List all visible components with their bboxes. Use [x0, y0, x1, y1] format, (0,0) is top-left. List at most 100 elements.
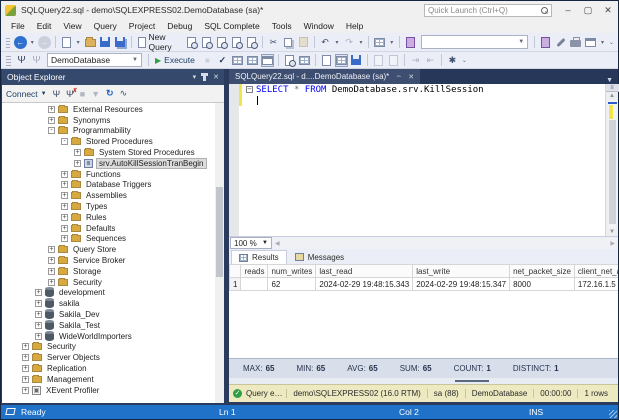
tree-item-security[interactable]: +Security [2, 342, 224, 353]
tree-expander-icon[interactable]: + [61, 203, 68, 210]
grid-cell[interactable]: 8000 [510, 278, 575, 291]
tab-results[interactable]: Results [231, 250, 287, 264]
toolbar-overflow[interactable]: ⌄ [608, 36, 615, 49]
menu-item-debug[interactable]: Debug [161, 21, 198, 31]
nav-backward-dropdown[interactable]: ▾ [29, 36, 36, 49]
tree-item-security[interactable]: +Security [2, 277, 224, 288]
tree-expander-icon[interactable]: + [74, 160, 81, 167]
menu-item-tools[interactable]: Tools [266, 21, 298, 31]
grid-cell[interactable]: 172.16.1.5 [574, 278, 618, 291]
menu-item-edit[interactable]: Edit [31, 21, 58, 31]
collapse-region-icon[interactable]: − [246, 86, 253, 93]
grid-cell[interactable]: 1 [230, 278, 241, 291]
undo-icon[interactable]: ↶ [318, 36, 331, 49]
mdx-query-icon[interactable] [200, 36, 213, 49]
tree-item-wideworldimporters[interactable]: +WideWorldImporters [2, 331, 224, 342]
menu-item-file[interactable]: File [5, 21, 31, 31]
toolbox-icon[interactable] [569, 36, 582, 49]
sql-complete-wrench-icon[interactable] [554, 36, 567, 49]
tree-expander-icon[interactable]: + [48, 257, 55, 264]
tree-expander-icon[interactable]: + [48, 106, 55, 113]
close-button[interactable]: ✕ [602, 3, 614, 17]
open-file-icon[interactable] [84, 36, 97, 49]
close-tab-icon[interactable]: ✕ [408, 73, 414, 81]
column-header-num-writes[interactable]: num_writes [268, 265, 316, 278]
intellisense-icon[interactable] [283, 54, 296, 67]
connect-button[interactable]: Connect ▼ [6, 89, 47, 99]
save-all-icon[interactable] [114, 36, 127, 49]
find-combo[interactable]: ▼ [421, 35, 528, 49]
tree-expander-icon[interactable]: - [61, 138, 68, 145]
tree-item-external-resources[interactable]: +External Resources [2, 104, 224, 115]
tree-item-sequences[interactable]: +Sequences [2, 234, 224, 245]
tree-expander-icon[interactable]: + [61, 235, 68, 242]
sql-editor[interactable]: −SELECT * FROM DemoDatabase.srv.KillSess… [229, 84, 618, 236]
close-panel-icon[interactable]: ✕ [213, 73, 219, 81]
tree-item-replication[interactable]: +Replication [2, 363, 224, 374]
tree-expander-icon[interactable]: + [61, 192, 68, 199]
tree-item-srv-autokillsessiontranbegin[interactable]: +≣srv.AutoKillSessionTranBegin [2, 158, 224, 169]
results-to-text-icon[interactable] [320, 54, 333, 67]
column-header-net-packet-size[interactable]: net_packet_size [510, 265, 575, 278]
tree-expander-icon[interactable]: + [61, 171, 68, 178]
grid-cell[interactable] [241, 278, 268, 291]
tree-item-sakila-test[interactable]: +Sakila_Test [2, 320, 224, 331]
grid-cell[interactable]: 2024-02-29 19:48:15.347 [413, 278, 510, 291]
scroll-up-icon[interactable]: ▲ [609, 92, 615, 100]
tree-item-query-store[interactable]: +Query Store [2, 244, 224, 255]
tree-expander-icon[interactable]: + [22, 365, 29, 372]
live-stats-icon[interactable] [246, 54, 259, 67]
tree-expander-icon[interactable]: + [61, 225, 68, 232]
query-document-tab[interactable]: SQLQuery22.sql - d....DemoDatabase (sa)*… [229, 69, 420, 84]
tree-item-stored-procedures[interactable]: -Stored Procedures [2, 136, 224, 147]
menu-item-view[interactable]: View [57, 21, 87, 31]
activity-monitor-icon[interactable]: ∿ [120, 88, 128, 99]
xe-session-icon[interactable] [245, 36, 258, 49]
tab-messages[interactable]: Messages [288, 250, 351, 264]
undo-dropdown[interactable]: ▾ [333, 36, 340, 49]
editor-scroll-thumb[interactable] [609, 120, 616, 224]
zoom-level-select[interactable]: 100 % ▼ [230, 237, 272, 249]
column-header-reads[interactable]: reads [241, 265, 268, 278]
quick-launch-input[interactable]: Quick Launch (Ctrl+Q) [424, 4, 552, 17]
tree-expander-icon[interactable]: + [22, 354, 29, 361]
tab-list-dropdown-icon[interactable]: ▼ [601, 77, 618, 84]
menu-item-sql-complete[interactable]: SQL Complete [198, 21, 265, 31]
tree-item-development[interactable]: +development [2, 288, 224, 299]
parse-icon[interactable]: ✓ [216, 54, 229, 67]
tree-expander-icon[interactable]: + [35, 289, 42, 296]
new-query-button[interactable]: New Query [135, 36, 183, 49]
new-project-icon[interactable] [60, 36, 73, 49]
tree-expander-icon[interactable]: + [48, 268, 55, 275]
template-params-icon[interactable] [298, 54, 311, 67]
tree-item-management[interactable]: +Management [2, 374, 224, 385]
copy-icon[interactable] [282, 36, 295, 49]
sqlcmd-mode-icon[interactable]: ✱ [446, 54, 459, 67]
tree-expander-icon[interactable]: + [61, 181, 68, 188]
available-databases-combo[interactable]: DemoDatabase▼ [47, 53, 142, 67]
window-position-menu-icon[interactable]: ▾ [193, 73, 197, 81]
connect-icon[interactable]: Ψ [15, 54, 28, 67]
cut-icon[interactable]: ✂ [267, 36, 280, 49]
toolbar-grip[interactable] [6, 54, 11, 66]
tree-item-sakila[interactable]: +sakila [2, 298, 224, 309]
tree-expander-icon[interactable]: + [61, 214, 68, 221]
window-resize-grip[interactable] [609, 410, 617, 418]
results-to-grid-icon[interactable] [335, 54, 348, 67]
minimize-button[interactable]: – [562, 3, 574, 17]
tree-item-functions[interactable]: +Functions [2, 169, 224, 180]
xmla-query-icon[interactable] [230, 36, 243, 49]
tree-scrollbar-thumb[interactable] [216, 187, 223, 277]
disconnect-icon[interactable]: Ψ✗ [66, 89, 74, 99]
code-area[interactable]: −SELECT * FROM DemoDatabase.srv.KillSess… [242, 84, 605, 236]
query-options-icon[interactable] [261, 54, 274, 67]
redo-dropdown[interactable]: ▾ [357, 36, 364, 49]
tree-item-database-triggers[interactable]: +Database Triggers [2, 180, 224, 191]
tree-expander-icon[interactable]: + [48, 117, 55, 124]
tree-expander-icon[interactable]: + [22, 376, 29, 383]
execute-button[interactable]: ▶Execute [153, 54, 199, 67]
menu-item-query[interactable]: Query [88, 21, 123, 31]
connect-server-icon[interactable]: Ψ [53, 89, 61, 99]
menu-item-window[interactable]: Window [298, 21, 340, 31]
properties-window-icon[interactable] [584, 36, 597, 49]
